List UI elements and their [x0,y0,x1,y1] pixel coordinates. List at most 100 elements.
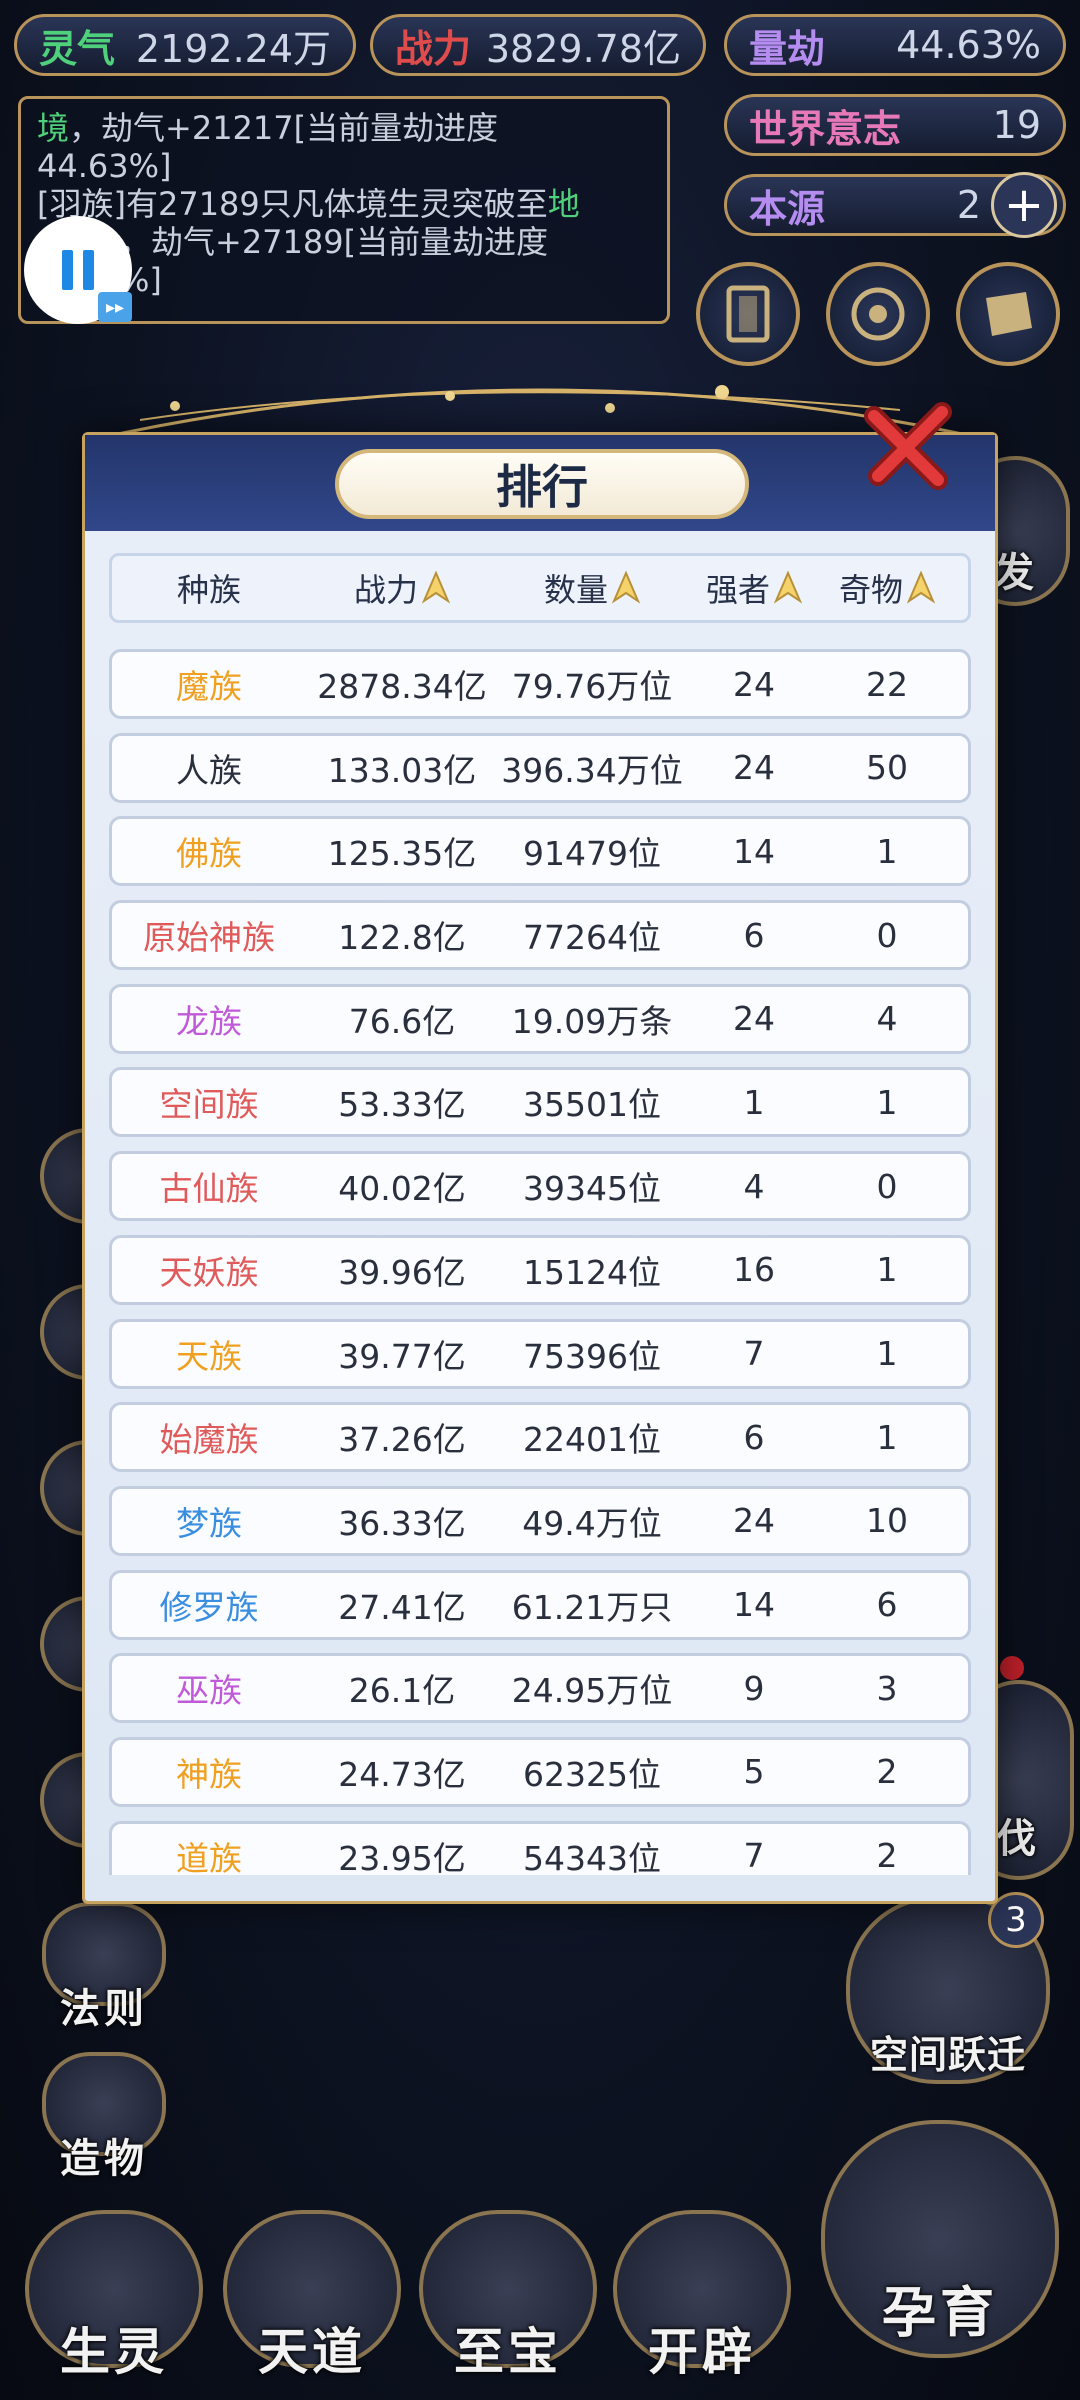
benyuan-stat: 本源 2 + [724,172,1066,238]
cell-race: 古仙族 [159,1169,259,1209]
fast-forward-icon[interactable]: ▸▸ [98,292,132,322]
cell-race: 梦族 [176,1503,242,1543]
table-row[interactable]: 修罗族 27.41亿 61.21万只 14 6 [109,1569,971,1640]
benyuan-label: 本源 [749,186,826,231]
table-row[interactable]: 龙族 76.6亿 19.09万条 24 4 [109,983,971,1054]
cell-race: 人族 [176,750,242,790]
cell-strong: 7 [743,1334,765,1373]
cell-count: 15124位 [523,1252,661,1292]
cell-strong: 9 [743,1668,765,1708]
table-row[interactable]: 天妖族 39.96亿 15124位 16 1 [109,1234,971,1305]
cell-relic: 0 [876,1166,898,1206]
zhanli-stat: 战力 3829.78亿 [370,14,706,76]
log-line-3: [羽族]有27189只凡体境生灵突破至地 [37,185,580,223]
cell-power: 133.03亿 [327,750,477,790]
cell-relic: 2 [876,1836,898,1875]
cell-race: 原始神族 [143,918,275,958]
cell-race: 天族 [176,1336,242,1376]
vortex-icon [851,287,905,341]
scroll-icon [986,292,1032,336]
cell-power: 39.96亿 [338,1252,466,1292]
cell-relic: 1 [876,1250,898,1290]
cell-power: 26.1亿 [348,1671,456,1711]
ranking-list[interactable]: 魔族 2878.34亿 79.76万位 24 22 人族 133.03亿 396.34万位 24… [109,649,971,1875]
cell-strong: 24 [733,664,775,704]
cell-race: 始魔族 [159,1420,259,1460]
vortex-button[interactable] [826,262,930,366]
nav-zhi-bao[interactable]: 至宝 [418,2210,598,2384]
fa-label: 发 [994,550,1038,596]
cell-relic: 6 [876,1585,898,1625]
cell-race: 巫族 [176,1671,242,1711]
cell-strong: 24 [733,748,775,788]
zao-wu-button[interactable]: 造物 [34,2052,174,2184]
table-row[interactable]: 魔族 2878.34亿 79.76万位 24 22 [109,649,971,719]
world-will-stat[interactable]: 世界意志 19 [724,94,1066,156]
table-row[interactable]: 梦族 36.33亿 49.4万位 24 10 [109,1485,971,1556]
cell-count: 91479位 [523,834,661,874]
cell-count: 61.21万只 [511,1587,673,1627]
cell-count: 77264位 [523,918,661,958]
table-row[interactable]: 巫族 26.1亿 24.95万位 9 3 [109,1653,971,1724]
nav-kai-pi[interactable]: 开辟 [612,2210,792,2384]
sort-arrow-icon [774,571,802,604]
zhanli-value: 3829.78亿 [485,26,681,71]
card-button[interactable] [696,262,800,366]
liangjie-value: 44.63% [896,23,1041,67]
table-row[interactable]: 道族 23.95亿 54343位 7 2 [109,1820,971,1875]
cell-count: 39345位 [523,1169,661,1209]
cell-strong: 14 [733,1585,775,1625]
cell-count: 19.09万条 [511,1001,673,1041]
cell-relic: 1 [876,1334,898,1373]
table-row[interactable]: 始魔族 37.26亿 22401位 6 1 [109,1402,971,1473]
cell-race: 龙族 [176,1001,242,1041]
benyuan-value: 2 [956,183,981,227]
cell-strong: 6 [743,915,765,955]
cell-relic: 50 [866,748,908,788]
cell-power: 122.8亿 [338,918,466,958]
cell-relic: 10 [866,1501,908,1541]
benyuan-plus-button[interactable]: + [991,172,1057,238]
cell-relic: 1 [876,1417,898,1457]
cell-power: 40.02亿 [338,1169,466,1209]
nav-sheng-ling[interactable]: 生灵 [24,2210,204,2384]
cell-race: 修罗族 [159,1587,259,1627]
nav-tian-dao[interactable]: 天道 [222,2210,402,2384]
cell-race: 空间族 [159,1085,259,1125]
header-relic[interactable]: 奇物 [822,565,952,611]
cell-race: 魔族 [176,667,242,706]
header-count[interactable]: 数量 [498,565,686,611]
table-row[interactable]: 原始神族 122.8亿 77264位 6 0 [109,900,971,971]
lingqi-value: 2192.24万 [135,26,331,71]
table-row[interactable]: 人族 133.03亿 396.34万位 24 50 [109,732,971,803]
cell-power: 53.33亿 [338,1085,466,1125]
scroll-button[interactable] [956,262,1060,366]
table-row[interactable]: 空间族 53.33亿 35501位 1 1 [109,1067,971,1138]
pause-icon [62,250,73,290]
fa-ze-button[interactable]: 法则 [34,1902,174,2034]
world-will-label: 世界意志 [749,106,902,151]
table-row[interactable]: 佛族 125.35亿 91479位 14 1 [109,816,971,887]
sort-arrow-icon [422,571,450,604]
cell-count: 54343位 [523,1838,661,1875]
cell-power: 2878.34亿 [317,667,487,706]
header-strong[interactable]: 强者 [686,565,822,611]
liangjie-stat[interactable]: 量劫 44.63% [724,14,1066,76]
table-row[interactable]: 神族 24.73亿 62325位 5 2 [109,1736,971,1807]
table-row[interactable]: 天族 39.77亿 75396位 7 1 [109,1318,971,1389]
table-row[interactable]: 古仙族 40.02亿 39345位 4 0 [109,1151,971,1222]
ranking-title: 排行 [335,449,749,519]
cell-strong: 5 [743,1752,765,1792]
cell-count: 79.76万位 [511,667,673,706]
cell-strong: 7 [743,1836,765,1875]
cell-count: 75396位 [523,1336,661,1376]
log-line-2: 44.63%] [37,147,172,185]
cell-race: 道族 [176,1838,242,1875]
red-dot-badge [1000,1656,1024,1680]
cell-power: 23.95亿 [338,1838,466,1875]
log-line-1: 境，劫气+21217[当前量劫进度 [37,109,499,147]
close-icon[interactable] [860,398,956,494]
nav-yun-yu[interactable]: 孕育 [820,2120,1060,2358]
cell-count: 22401位 [523,1420,661,1460]
header-power[interactable]: 战力 [306,565,498,611]
